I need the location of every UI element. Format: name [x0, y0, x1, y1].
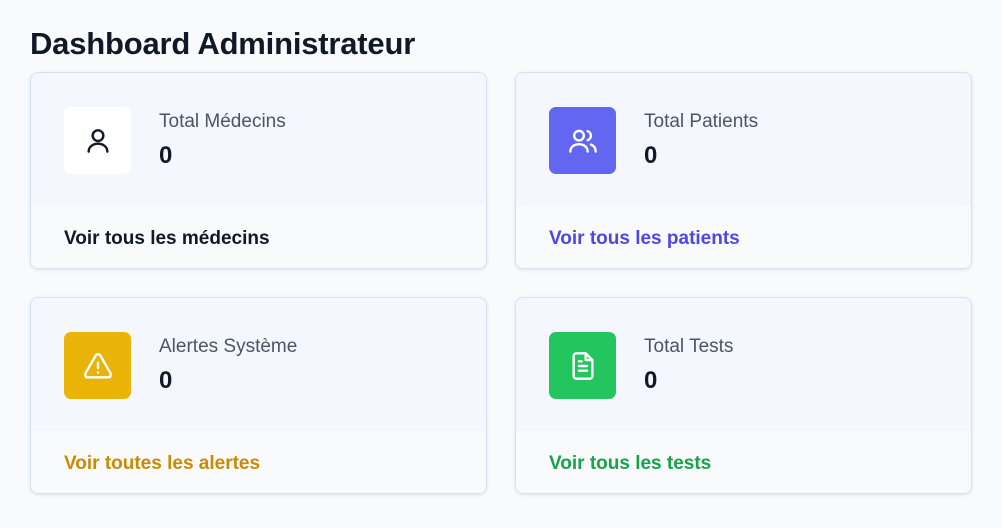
- stat-value: 0: [159, 142, 173, 169]
- stat-value: 0: [159, 367, 173, 394]
- view-all-patients-link[interactable]: Voir tous les patients: [549, 224, 740, 250]
- stat-card-footer: Voir toutes les alertes: [31, 431, 486, 493]
- stat-card-doctors: Total Médecins 0 Voir tous les médecins: [30, 72, 487, 269]
- alerts-icon-box: [64, 332, 131, 399]
- stats-grid: Total Médecins 0 Voir tous les médecins: [30, 72, 972, 494]
- stat-card-body: Total Patients 0: [516, 73, 971, 206]
- users-icon: [568, 129, 597, 153]
- stat-card-patients: Total Patients 0 Voir tous les patients: [515, 72, 972, 269]
- dashboard-page: Dashboard Administrateur Total Médecins …: [0, 0, 1002, 528]
- stat-value: 0: [644, 142, 658, 169]
- stat-card-body: Alertes Système 0: [31, 298, 486, 431]
- view-all-doctors-link[interactable]: Voir tous les médecins: [64, 224, 270, 250]
- stat-text: Total Médecins 0: [159, 107, 286, 170]
- stat-value: 0: [644, 367, 658, 394]
- user-icon: [86, 128, 109, 153]
- view-all-tests-link[interactable]: Voir tous les tests: [549, 449, 711, 475]
- stat-card-footer: Voir tous les patients: [516, 206, 971, 268]
- stat-card-footer: Voir tous les médecins: [31, 206, 486, 268]
- stat-label: Alertes Système: [159, 336, 298, 357]
- stat-card-body: Total Tests 0: [516, 298, 971, 431]
- stat-label: Total Patients: [644, 111, 759, 132]
- warning-icon: [83, 352, 112, 379]
- stat-card-body: Total Médecins 0: [31, 73, 486, 206]
- stat-text: Total Patients 0: [644, 107, 758, 170]
- stat-card-alerts: Alertes Système 0 Voir toutes les alerte…: [30, 297, 487, 494]
- document-icon: [571, 351, 594, 380]
- page-title: Dashboard Administrateur: [30, 26, 416, 61]
- stat-text: Total Tests 0: [644, 332, 733, 395]
- doctors-icon-box: [64, 107, 131, 174]
- tests-icon-box: [549, 332, 616, 399]
- stat-label: Total Médecins: [159, 111, 286, 132]
- stat-card-tests: Total Tests 0 Voir tous les tests: [515, 297, 972, 494]
- patients-icon-box: [549, 107, 616, 174]
- view-all-alerts-link[interactable]: Voir toutes les alertes: [64, 449, 260, 475]
- stat-text: Alertes Système 0: [159, 332, 297, 395]
- stat-card-footer: Voir tous les tests: [516, 431, 971, 493]
- stat-label: Total Tests: [644, 336, 734, 357]
